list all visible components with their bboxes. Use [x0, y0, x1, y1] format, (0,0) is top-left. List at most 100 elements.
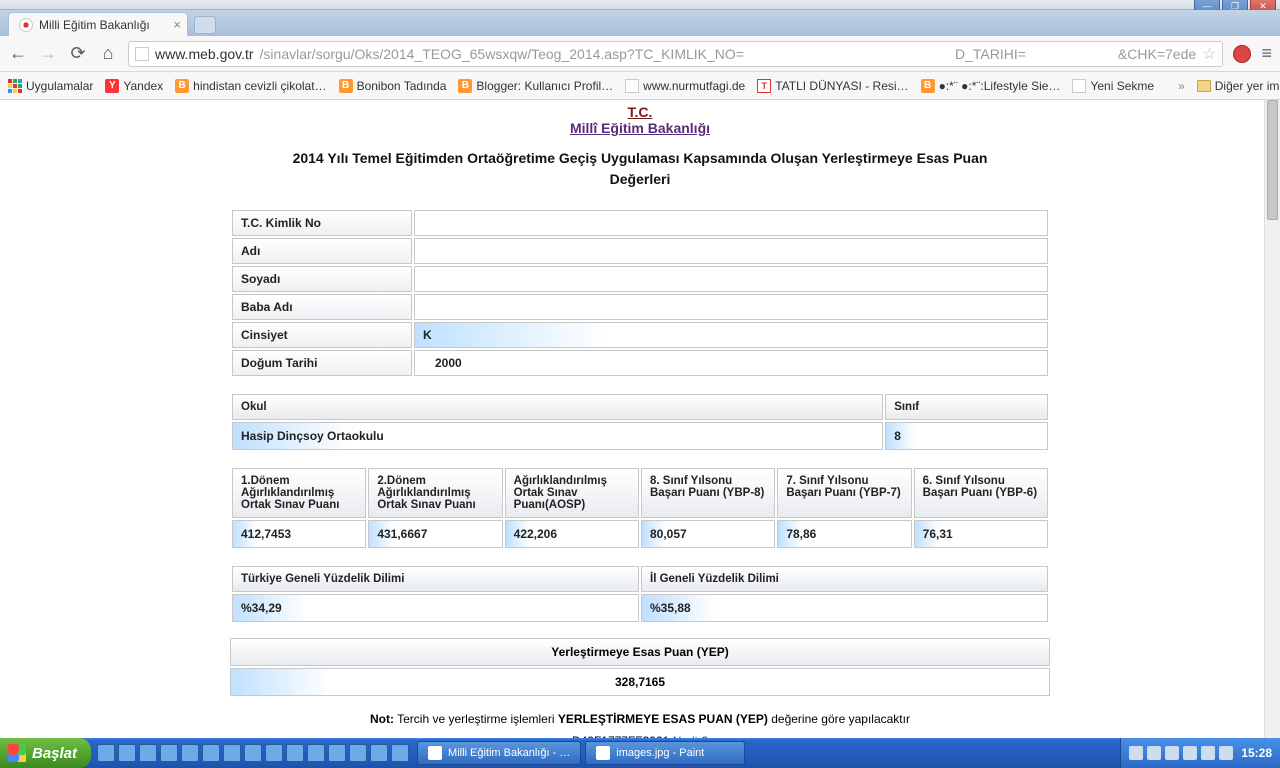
score-header: 8. Sınıf Yılsonu Başarı Puanı (YBP-8)	[641, 468, 775, 518]
quick-launch-icon[interactable]	[97, 744, 115, 762]
scrollbar-thumb[interactable]	[1267, 100, 1278, 220]
score-header: Ağırlıklandırılmış Ortak Sınav Puanı(AOS…	[505, 468, 639, 518]
url-end: &CHK=7ede	[1118, 46, 1196, 62]
score-header: 2.Dönem Ağırlıklandırılmış Ortak Sınav P…	[368, 468, 502, 518]
value-dogum: 2000	[414, 350, 1048, 376]
label-baba: Baba Adı	[232, 294, 412, 320]
chrome-menu-icon[interactable]: ≡	[1261, 43, 1272, 64]
bookmark-item[interactable]: B●:*¨ ●:*¨:Lifestyle Sie…	[921, 79, 1061, 93]
url-host: www.meb.gov.tr	[155, 46, 254, 62]
bookmark-item[interactable]: TTATLI DÜNYASI - Resi…	[757, 79, 908, 93]
bookmark-star-icon[interactable]: ☆	[1202, 44, 1216, 64]
bookmark-item[interactable]: www.nurmutfagi.de	[625, 79, 745, 93]
quick-launch-icon[interactable]	[202, 744, 220, 762]
value-tc-kimlik	[414, 210, 1048, 236]
school-table: Okul Sınıf Hasip Dinçsoy Ortaokulu 8	[230, 392, 1050, 452]
bookmark-item[interactable]: Bhindistan cevizli çikolat…	[175, 79, 326, 93]
tray-icon[interactable]	[1165, 746, 1179, 760]
score-value: 422,206	[505, 520, 639, 548]
quick-launch-icon[interactable]	[391, 744, 409, 762]
back-button[interactable]: ←	[8, 43, 28, 64]
quick-launch	[91, 744, 415, 762]
quick-launch-icon[interactable]	[139, 744, 157, 762]
window-frame-top: — ❐ ✕	[0, 0, 1280, 10]
tray-icon[interactable]	[1129, 746, 1143, 760]
quick-launch-icon[interactable]	[181, 744, 199, 762]
url-path: /sinavlar/sorgu/Oks/2014_TEOG_65wsxqw/Te…	[260, 46, 744, 62]
taskbar-task[interactable]: images.jpg - Paint	[585, 741, 745, 765]
quick-launch-icon[interactable]	[307, 744, 325, 762]
pct-header: İl Geneli Yüzdelik Dilimi	[641, 566, 1048, 592]
yep-header: Yerleştirmeye Esas Puan (YEP)	[230, 638, 1050, 666]
forward-button[interactable]: →	[38, 43, 58, 64]
tab-title: Milli Eğitim Bakanlığı	[39, 18, 150, 32]
quick-launch-icon[interactable]	[286, 744, 304, 762]
yandex-icon: Y	[105, 79, 119, 93]
start-button[interactable]: Başlat	[0, 738, 91, 768]
pct-header: Türkiye Geneli Yüzdelik Dilimi	[232, 566, 639, 592]
label-cinsiyet: Cinsiyet	[232, 322, 412, 348]
quick-launch-icon[interactable]	[118, 744, 136, 762]
browser-toolbar: ← → ⟳ ⌂ www.meb.gov.tr/sinavlar/sorgu/Ok…	[0, 36, 1280, 72]
windows-taskbar: Başlat Milli Eğitim Bakanlığı - … images…	[0, 738, 1280, 768]
score-header: 6. Sınıf Yılsonu Başarı Puanı (YBP-6)	[914, 468, 1048, 518]
pct-value: %35,88	[641, 594, 1048, 622]
tray-icon[interactable]	[1201, 746, 1215, 760]
note-text: Tercih ve yerleştirme işlemleri	[394, 712, 558, 726]
extension-icon[interactable]	[1233, 45, 1251, 63]
bookmark-item[interactable]: Yeni Sekme	[1072, 79, 1154, 93]
page-title: 2014 Yılı Temel Eğitimden Ortaöğretime G…	[270, 148, 1010, 190]
result-page: T.C. Millî Eğitim Bakanlığı 2014 Yılı Te…	[230, 100, 1050, 738]
blogger-icon: B	[339, 79, 353, 93]
reload-button[interactable]: ⟳	[68, 43, 88, 64]
home-button[interactable]: ⌂	[98, 43, 118, 64]
score-value: 431,6667	[368, 520, 502, 548]
header-tc: T.C.	[230, 104, 1050, 120]
overflow-chevron-icon[interactable]: »	[1178, 79, 1185, 93]
bookmark-item[interactable]: YYandex	[105, 79, 163, 93]
tray-icon[interactable]	[1183, 746, 1197, 760]
quick-launch-icon[interactable]	[223, 744, 241, 762]
taskbar-clock[interactable]: 15:28	[1241, 746, 1272, 760]
note-line: Not: Tercih ve yerleştirme işlemleri YER…	[230, 712, 1050, 726]
page-icon	[625, 79, 639, 93]
other-bookmarks[interactable]: Diğer yer imleri	[1197, 79, 1280, 93]
identity-table: T.C. Kimlik No Adı Soyadı Baba Adı Cinsi…	[230, 208, 1050, 378]
quick-launch-icon[interactable]	[349, 744, 367, 762]
value-okul: Hasip Dinçsoy Ortaokulu	[232, 422, 883, 450]
value-baba	[414, 294, 1048, 320]
browser-tab-active[interactable]: Milli Eğitim Bakanlığı ×	[8, 12, 188, 36]
bookmark-item[interactable]: BBonibon Tadında	[339, 79, 447, 93]
score-header: 7. Sınıf Yılsonu Başarı Puanı (YBP-7)	[777, 468, 911, 518]
favicon-icon	[19, 18, 33, 32]
tray-icon[interactable]	[1219, 746, 1233, 760]
bookmark-item[interactable]: BBlogger: Kullanıcı Profil…	[458, 79, 613, 93]
quick-launch-icon[interactable]	[370, 744, 388, 762]
address-bar[interactable]: www.meb.gov.tr/sinavlar/sorgu/Oks/2014_T…	[128, 41, 1223, 67]
blogger-icon: B	[921, 79, 935, 93]
scores-table: 1.Dönem Ağırlıklandırılmış Ortak Sınav P…	[230, 466, 1050, 550]
close-tab-icon[interactable]: ×	[173, 17, 181, 32]
label-tc-kimlik: T.C. Kimlik No	[232, 210, 412, 236]
header-okul: Okul	[232, 394, 883, 420]
apps-grid-icon	[8, 79, 22, 93]
page-viewport: T.C. Millî Eğitim Bakanlığı 2014 Yılı Te…	[0, 100, 1280, 738]
apps-button[interactable]: Uygulamalar	[8, 79, 93, 93]
start-label: Başlat	[32, 745, 77, 762]
quick-launch-icon[interactable]	[160, 744, 178, 762]
percentile-table: Türkiye Geneli Yüzdelik Dilimi İl Geneli…	[230, 564, 1050, 624]
vertical-scrollbar[interactable]	[1264, 100, 1280, 738]
score-value: 80,057	[641, 520, 775, 548]
quick-launch-icon[interactable]	[265, 744, 283, 762]
quick-launch-icon[interactable]	[244, 744, 262, 762]
pct-value: %34,29	[232, 594, 639, 622]
blogger-icon: B	[458, 79, 472, 93]
tray-icon[interactable]	[1147, 746, 1161, 760]
new-tab-button[interactable]	[194, 16, 216, 34]
taskbar-task[interactable]: Milli Eğitim Bakanlığı - …	[417, 741, 581, 765]
bookmarks-bar: Uygulamalar YYandex Bhindistan cevizli ç…	[0, 72, 1280, 100]
quick-launch-icon[interactable]	[328, 744, 346, 762]
page-icon	[1072, 79, 1086, 93]
page-icon	[135, 47, 149, 61]
score-value: 412,7453	[232, 520, 366, 548]
